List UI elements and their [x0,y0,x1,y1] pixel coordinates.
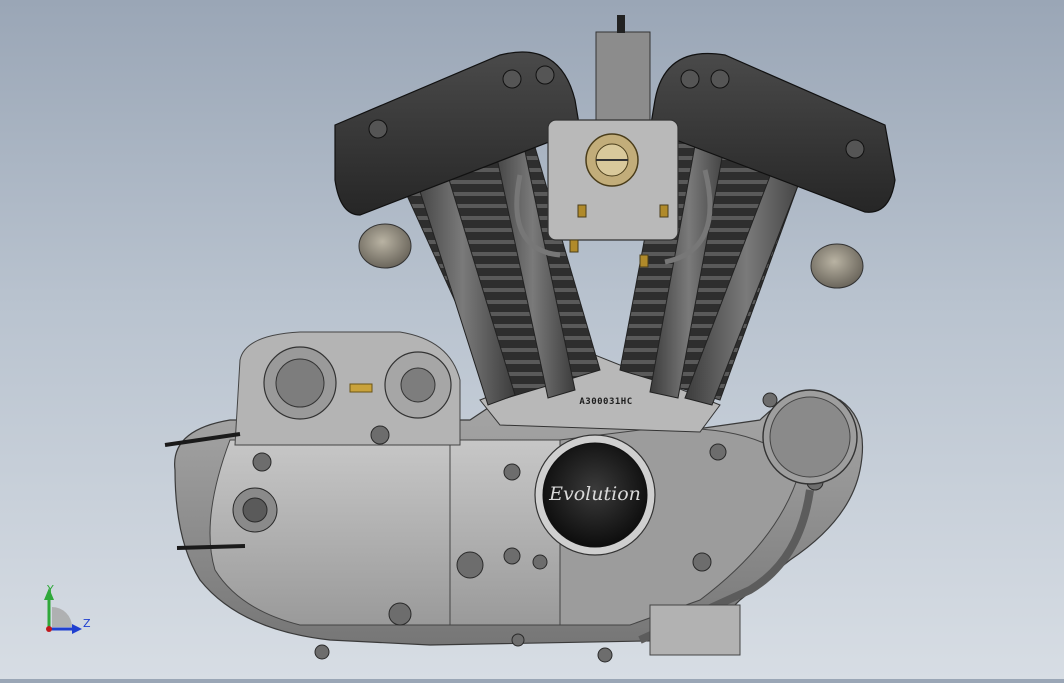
timer-cover[interactable]: Evolution [534,434,656,556]
y-axis-label: Y [46,583,54,596]
coordinate-triad: Y Z [44,583,91,634]
front-spark-cap [810,243,864,289]
rear-spark-cap [358,223,412,269]
engine-model[interactable]: Evolution A300031HC Y Z [0,0,1064,679]
engine-number-stamp: A300031HC [579,397,632,407]
graphics-viewport[interactable]: Evolution A300031HC Y Z [0,0,1064,679]
z-axis-label: Z [83,617,91,630]
timer-cover-script: Evolution [548,483,641,505]
